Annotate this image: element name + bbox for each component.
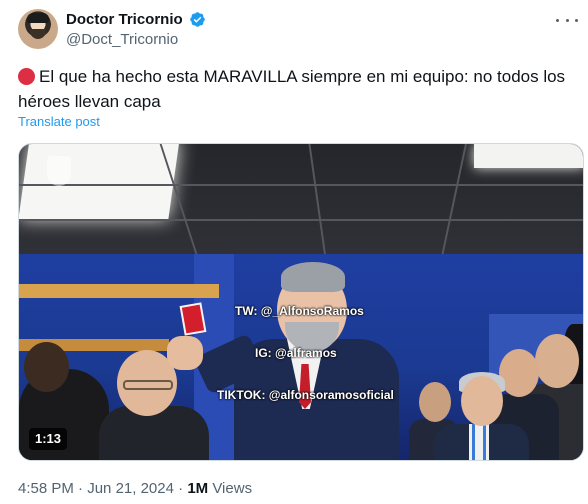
translate-post-link[interactable]: Translate post — [18, 114, 100, 130]
author-avatar[interactable] — [18, 9, 58, 49]
person-head — [24, 342, 69, 392]
wooden-shelf — [19, 284, 219, 298]
hand — [167, 336, 203, 370]
verified-badge-icon — [190, 12, 205, 27]
person-head — [535, 334, 579, 388]
author-handle[interactable]: @Doct_Tricornio — [66, 31, 178, 49]
watermark-tiktok: TIKTOK: @alfonsoramosoficial — [217, 388, 394, 402]
watermark-instagram: IG: @alframos — [255, 346, 337, 360]
lanyard — [472, 424, 486, 460]
ceiling-grid-line — [19, 219, 583, 221]
ceiling-grid-line — [19, 184, 583, 186]
crest-logo-icon — [47, 156, 71, 186]
more-options-icon[interactable] — [556, 10, 578, 30]
post-date[interactable]: Jun 21, 2024 — [87, 480, 174, 497]
post-meta: 4:58 PM · Jun 21, 2024 · 1M Views — [18, 479, 252, 499]
video-player[interactable]: TW: @_AlfonsoRamos IG: @alframos TIKTOK:… — [18, 143, 584, 461]
views-label: Views — [212, 480, 253, 497]
author-name[interactable]: Doctor Tricornio — [66, 10, 183, 30]
watermark-twitter: TW: @_AlfonsoRamos — [235, 304, 364, 318]
avatar-beard-shape — [30, 29, 46, 39]
avatar-hat-shape — [27, 13, 49, 23]
ceiling-light — [19, 144, 180, 219]
dot — [565, 18, 569, 22]
person-head — [419, 382, 451, 422]
video-duration-badge: 1:13 — [29, 428, 68, 450]
dot — [575, 18, 578, 22]
video-watermark: TW: @_AlfonsoRamos IG: @alframos TIKTOK:… — [217, 276, 394, 430]
glasses — [123, 380, 173, 390]
post-time[interactable]: 4:58 PM — [18, 480, 74, 497]
person-head — [499, 349, 539, 397]
red-circle-icon — [18, 68, 35, 85]
ceiling-light — [474, 144, 583, 168]
views-count: 1M — [187, 480, 209, 497]
person-head — [461, 376, 503, 426]
post-text-container: El que ha hecho esta MARAVILLA siempre e… — [18, 64, 580, 114]
meta-separator: · — [78, 480, 84, 497]
post-text: El que ha hecho esta MARAVILLA siempre e… — [18, 67, 566, 111]
meta-separator: · — [178, 480, 184, 497]
dot — [556, 18, 559, 22]
post-card: Doctor Tricornio @Doct_Tricornio El que … — [0, 0, 588, 504]
